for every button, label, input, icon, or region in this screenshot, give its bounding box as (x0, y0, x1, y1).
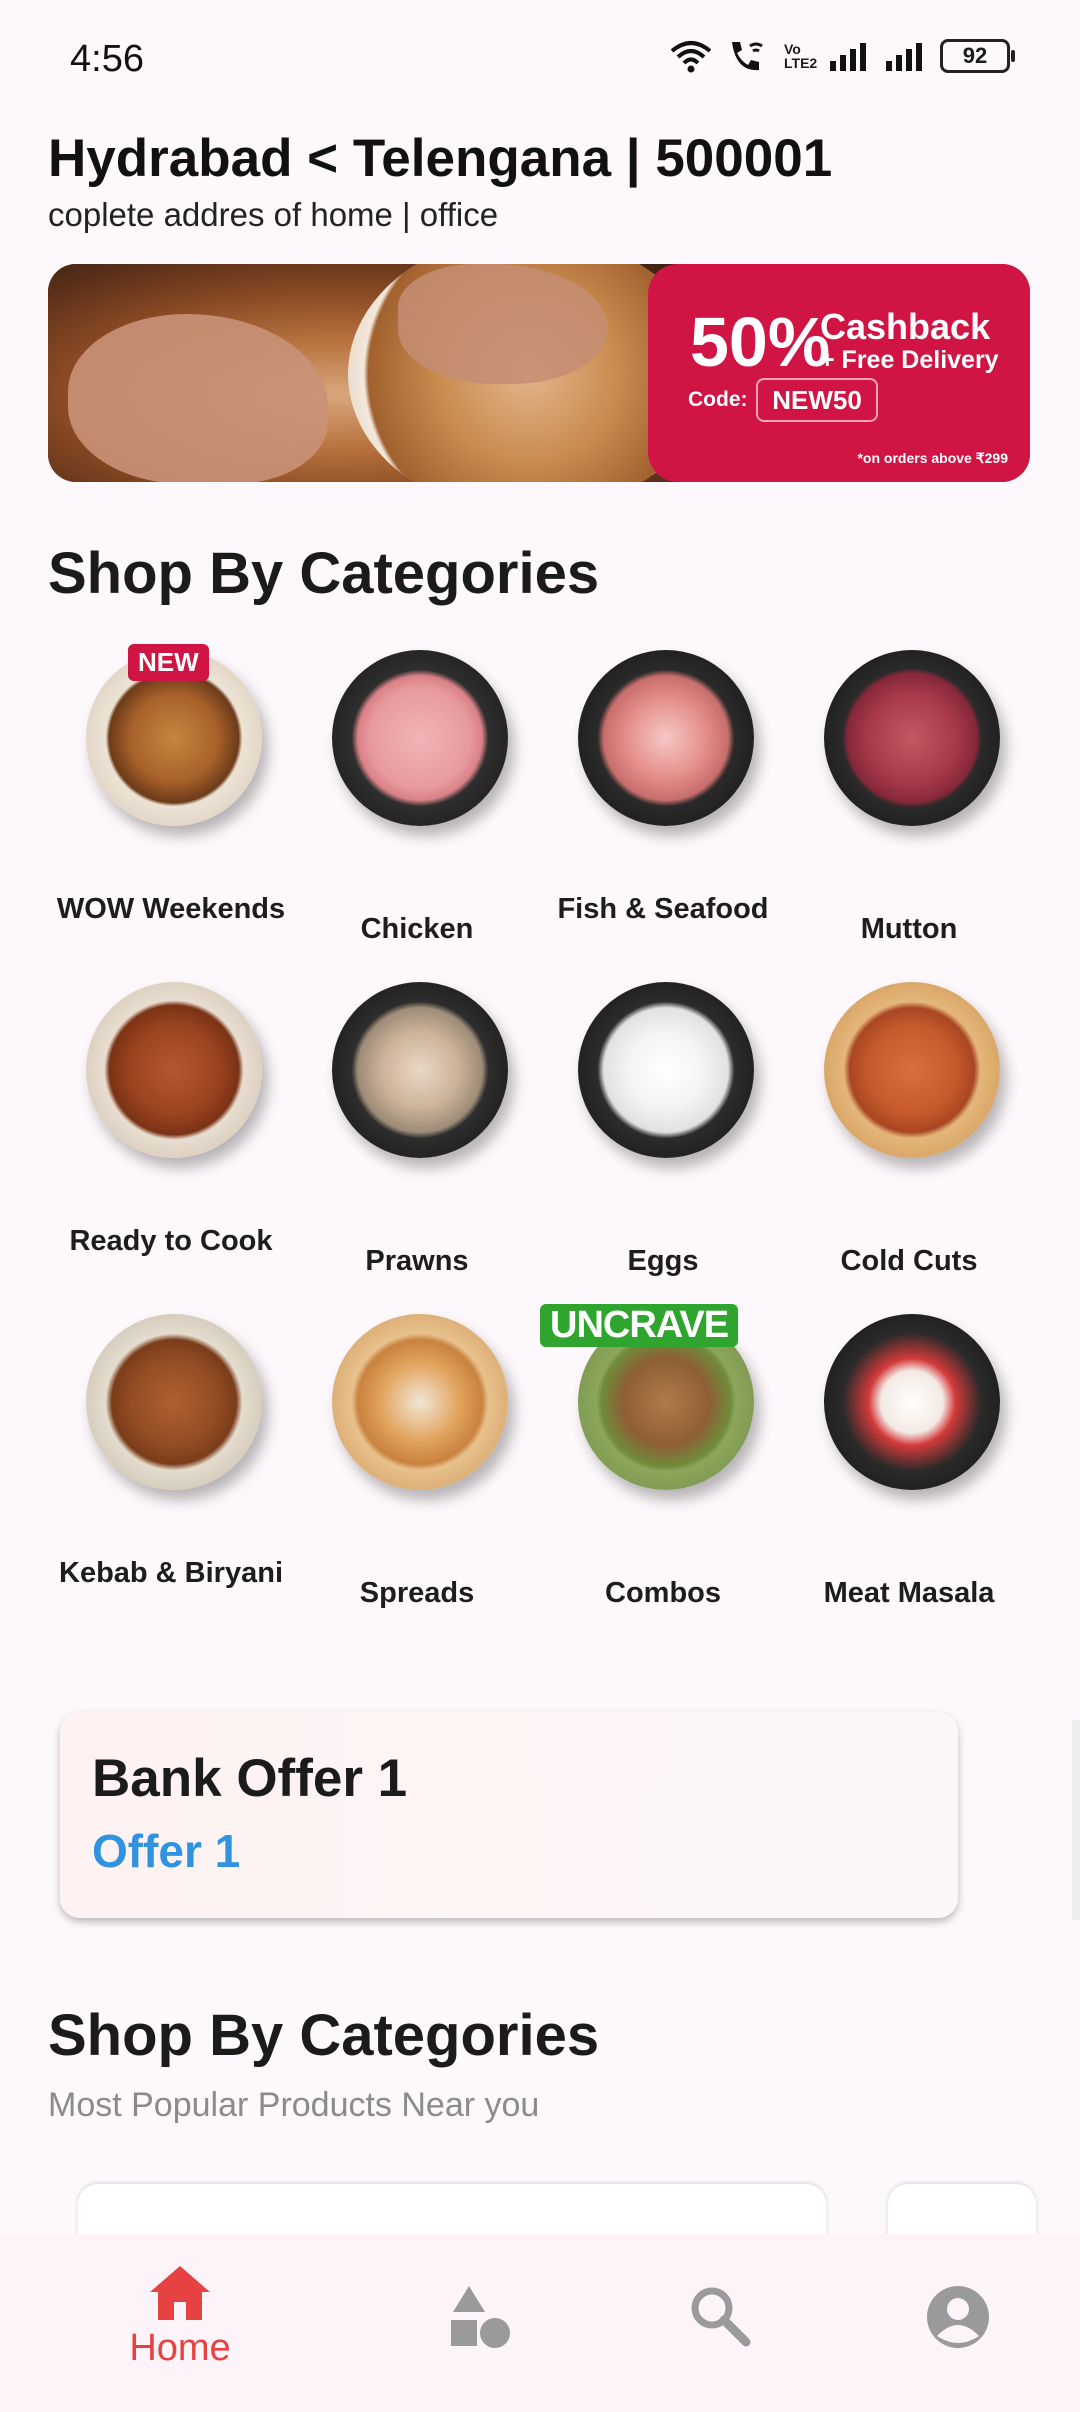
nav-search[interactable] (650, 2284, 790, 2353)
promo-banner[interactable]: 50% Cashback + Free Delivery Code: NEW50… (48, 264, 1030, 482)
popular-section-title: Shop By Categories (48, 2003, 600, 2068)
category-label: Chicken (360, 913, 474, 945)
banner-free-delivery: + Free Delivery (820, 346, 999, 374)
banner-code-label: Code: (688, 388, 748, 411)
category-label: Kebab & Biryani (59, 1557, 283, 1589)
categories-section-title: Shop By Categories (48, 541, 600, 606)
ready-to-cook-image (86, 982, 262, 1158)
category-label: Mutton (860, 913, 958, 945)
battery-icon: 92 (940, 39, 1015, 73)
address-subtitle[interactable]: coplete addres of home | office (48, 196, 498, 234)
prawns-image (332, 982, 508, 1158)
category-label: Fish & Seafood (557, 893, 769, 925)
status-icons: Vo LTE2 92 (670, 38, 1015, 74)
category-label: Combos (605, 1577, 721, 1609)
wifi-call-icon (732, 42, 763, 71)
signal-icon (830, 43, 866, 71)
bank-offer-title: Bank Offer 1 (92, 1749, 408, 1808)
banner-footnote: *on orders above ₹299 (857, 450, 1008, 466)
nav-categories[interactable] (410, 2284, 550, 2355)
bank-offer-subtitle: Offer 1 (92, 1825, 241, 1877)
banner-percent: 50% (690, 303, 831, 381)
category-label: Ready to Cook (69, 1225, 273, 1257)
uncrave-badge: UNCRAVE (540, 1304, 739, 1347)
nav-profile[interactable] (888, 2284, 1028, 2355)
banner-offer-panel: 50% Cashback + Free Delivery Code: NEW50… (648, 264, 1030, 482)
category-label: Cold Cuts (840, 1245, 978, 1277)
nav-home-label: Home (129, 2327, 231, 2369)
banner-cashback: Cashback (820, 306, 991, 347)
category-label: Eggs (627, 1245, 699, 1277)
address-title[interactable]: Hydrabad < Telengana | 500001 (48, 128, 832, 189)
status-time: 4:56 (70, 38, 144, 80)
category-label: Meat Masala (823, 1577, 995, 1609)
bank-offer-card[interactable]: Bank Offer 1 Offer 1 (60, 1712, 958, 1918)
new-badge: NEW (128, 644, 209, 681)
signal-icon-2 (886, 43, 922, 71)
eggs-image (578, 982, 754, 1158)
category-label: Prawns (365, 1245, 469, 1277)
category-label: Spreads (359, 1577, 475, 1609)
profile-icon (927, 2286, 989, 2348)
cold-cuts-image (824, 982, 1000, 1158)
nav-home[interactable]: Home (110, 2264, 250, 2370)
kebab-biryani-image (86, 1314, 262, 1490)
battery-level: 92 (962, 43, 988, 68)
home-icon (150, 2266, 210, 2320)
search-icon (691, 2287, 751, 2347)
chicken-image (332, 650, 508, 826)
spreads-image (332, 1314, 508, 1490)
banner-code: NEW50 (756, 378, 878, 422)
volte-label: Vo LTE2 (784, 41, 818, 71)
next-offer-card-edge[interactable] (1072, 1720, 1080, 1920)
popular-section-subtitle: Most Popular Products Near you (48, 2086, 540, 2124)
categories-icon (451, 2286, 510, 2348)
status-bar: 4:56 Vo LTE2 92 (0, 0, 1080, 120)
meat-masala-image (824, 1314, 1000, 1490)
category-label: WOW Weekends (56, 893, 286, 925)
fish-seafood-image (578, 650, 754, 826)
wifi-icon (670, 41, 712, 73)
bottom-nav: Home (0, 2234, 1080, 2412)
mutton-image (824, 650, 1000, 826)
